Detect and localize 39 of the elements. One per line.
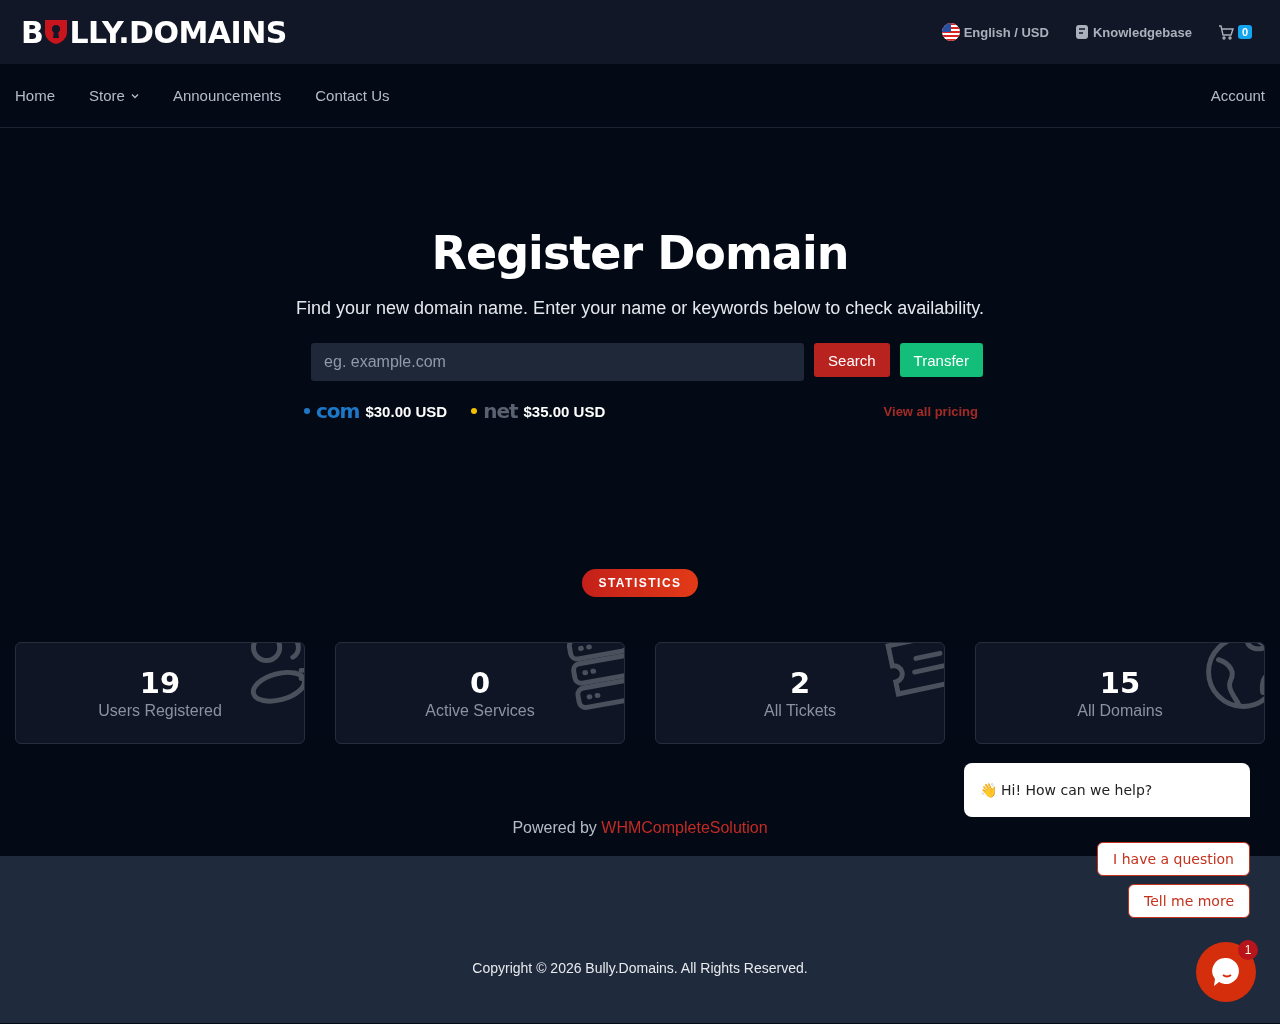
chat-option-button[interactable]: Tell me more [1128,884,1250,918]
stat-label: Users Registered [98,702,222,720]
stat-label: Active Services [425,702,535,720]
cart-count-badge: 0 [1237,25,1252,39]
tld-logo-text: com [316,401,360,421]
account-link[interactable]: Account [1210,87,1265,104]
whmcs-link[interactable]: WHMCompleteSolution [601,819,768,836]
stat-label: All Domains [1077,702,1163,720]
book-icon [1074,24,1089,40]
domain-search-field[interactable]: eg. example.com [311,343,805,381]
nav-link[interactable]: Contact Us [315,87,390,104]
wave-emoji: 👋 [980,782,997,798]
tld-price: $30.00 USD [365,402,448,420]
stat-label: All Tickets [764,702,836,720]
caret-icon [130,91,139,100]
search-button[interactable]: Search [814,343,890,377]
stat-value: 19 [139,666,181,700]
stat-value: 0 [469,666,491,700]
nav-link[interactable]: Announcements [172,87,282,104]
us-flag-icon [941,23,960,41]
statistics-badge: STATISTICS [582,569,698,597]
logo-text: LLY.DOMAINS [69,14,287,50]
greeting-text: Hi! How can we help? [1001,782,1153,798]
nav-link[interactable]: Home [15,87,55,104]
copyright-text: Copyright © 2026 Bully.Domains. All Rights Reserved. [472,960,808,976]
cart-icon[interactable] [1217,24,1234,40]
language-link[interactable]: English / USD [941,23,1049,41]
knowledgebase-link[interactable]: Knowledgebase [1074,24,1192,40]
chat-option-button[interactable]: I have a question [1097,842,1250,876]
tld-price: $35.00 USD [523,402,606,420]
logo-text: B [21,14,44,50]
stat-value: 2 [789,666,811,700]
stat-value: 15 [1099,666,1141,700]
page-title: Register Domain [431,226,849,280]
shield-keyhole-icon [44,19,69,45]
powered-by-text: Powered by [512,819,597,836]
tld-logo-text: net [483,401,518,421]
nav-link[interactable]: Store [89,87,139,104]
subtitle: Find your new domain name. Enter your name or keywords below to check availability. [296,298,984,319]
